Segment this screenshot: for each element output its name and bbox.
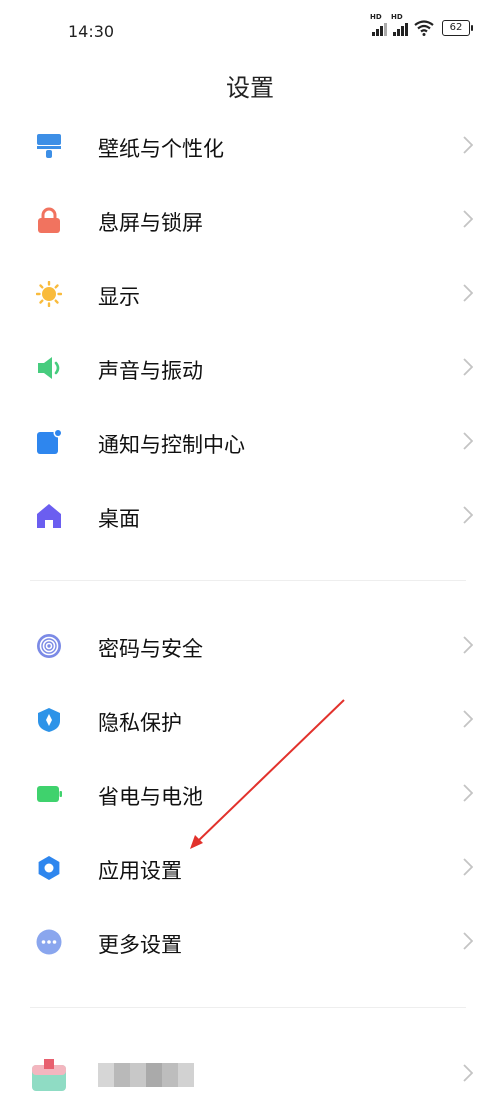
- chevron-right-icon: [463, 710, 473, 728]
- home-icon: [37, 504, 61, 528]
- settings-item-notifications[interactable]: 通知与控制中心: [0, 405, 500, 479]
- settings-item-label: 声音与振动: [98, 359, 203, 383]
- settings-item-label: 应用设置: [98, 859, 182, 883]
- shield-icon: [38, 708, 60, 732]
- wifi-icon: [414, 20, 434, 36]
- chevron-right-icon: [463, 932, 473, 950]
- chevron-right-icon: [463, 136, 473, 154]
- signal-2-icon: HD: [391, 13, 408, 36]
- settings-item-privacy[interactable]: 隐私保护: [0, 683, 500, 757]
- settings-item-lockscreen[interactable]: 息屏与锁屏: [0, 183, 500, 257]
- settings-item-app-settings[interactable]: 应用设置: [0, 831, 500, 905]
- settings-item-home-screen[interactable]: 桌面: [0, 479, 500, 553]
- chevron-right-icon: [463, 784, 473, 802]
- chevron-right-icon: [463, 284, 473, 302]
- settings-item-label: 通知与控制中心: [98, 433, 245, 457]
- settings-item-label: 密码与安全: [98, 637, 203, 661]
- app-icon: [32, 1059, 66, 1091]
- page-title: 设置: [226, 74, 274, 102]
- settings-item-security[interactable]: 密码与安全: [0, 609, 500, 683]
- battery-indicator: 62: [442, 20, 473, 36]
- chevron-right-icon: [463, 210, 473, 228]
- settings-item-label: 隐私保护: [98, 711, 182, 735]
- battery-icon: [37, 786, 62, 802]
- section-divider: [30, 580, 466, 581]
- settings-item-battery[interactable]: 省电与电池: [0, 757, 500, 831]
- blurred-label: [98, 1063, 194, 1087]
- chevron-right-icon: [463, 636, 473, 654]
- sun-icon: [36, 281, 62, 307]
- chevron-right-icon: [463, 506, 473, 524]
- status-time: 14:30: [68, 22, 115, 41]
- settings-item-label: 更多设置: [98, 933, 182, 957]
- section-divider: [30, 1007, 466, 1008]
- settings-item-sound[interactable]: 声音与振动: [0, 331, 500, 405]
- settings-item-blurred[interactable]: [0, 1037, 500, 1111]
- paint-brush-icon: [37, 134, 61, 158]
- lock-icon: [38, 207, 60, 233]
- settings-item-more[interactable]: 更多设置: [0, 905, 500, 979]
- chevron-right-icon: [463, 1064, 473, 1082]
- fingerprint-icon: [37, 634, 61, 658]
- signal-1-icon: HD: [370, 13, 387, 36]
- settings-item-display[interactable]: 显示: [0, 257, 500, 331]
- chevron-right-icon: [463, 858, 473, 876]
- notification-icon: [37, 429, 62, 454]
- speaker-icon: [38, 357, 60, 379]
- status-icons: HD HD 62: [370, 13, 473, 36]
- settings-item-label: 省电与电池: [98, 785, 203, 809]
- gear-icon: [38, 856, 60, 880]
- settings-item-label: 桌面: [98, 507, 140, 531]
- chevron-right-icon: [463, 432, 473, 450]
- settings-item-label: 息屏与锁屏: [98, 211, 203, 235]
- status-bar: 14:30 HD HD 62: [0, 0, 500, 64]
- settings-item-label: 显示: [98, 285, 140, 309]
- settings-item-wallpaper[interactable]: 壁纸与个性化: [0, 109, 500, 183]
- settings-item-label: 壁纸与个性化: [98, 137, 224, 161]
- more-icon: [36, 929, 62, 955]
- chevron-right-icon: [463, 358, 473, 376]
